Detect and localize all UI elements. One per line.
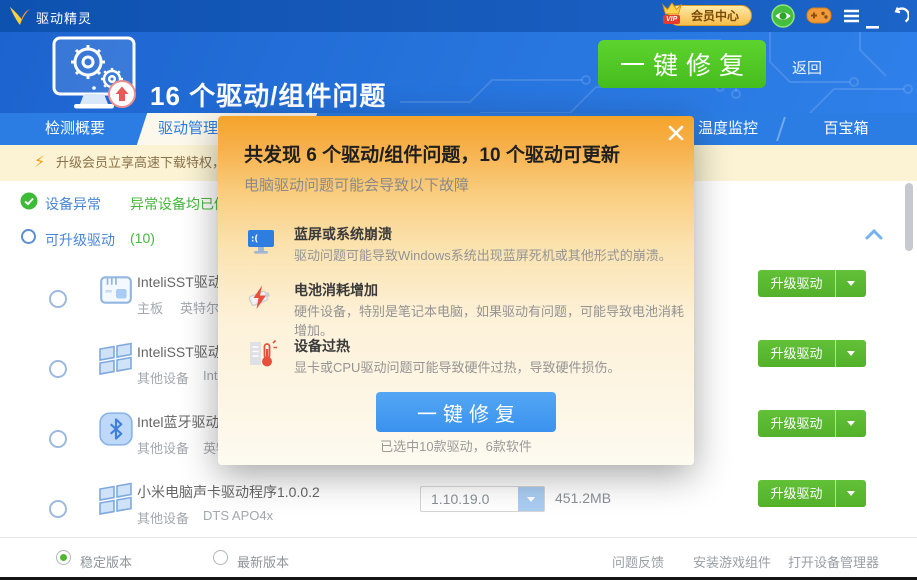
caret-down-icon (847, 281, 855, 286)
monitor-gears-illustration (50, 34, 142, 117)
tab-temperature-monitor[interactable]: 温度监控 (682, 113, 774, 145)
issue-title: 电池消耗增加 (294, 280, 378, 300)
back-link[interactable]: 返回 (792, 57, 822, 78)
driver-category: 其他设备 (137, 438, 189, 457)
driver-category: 其他设备 (137, 368, 189, 387)
feedback-link[interactable]: 问题反馈 (612, 552, 664, 571)
version-value: 1.10.19.0 (421, 487, 518, 511)
undo-back-icon[interactable] (890, 7, 909, 30)
modal-one-key-fix-button[interactable]: 一键修复 (376, 392, 556, 432)
app-title: 驱动精灵 (36, 8, 92, 27)
check-circle-icon (20, 192, 38, 215)
driver-size: 451.2MB (555, 490, 611, 506)
tab-toolbox[interactable]: 百宝箱 (800, 113, 892, 145)
upgrade-driver-button[interactable]: 升级驱动 (758, 270, 835, 297)
install-game-components-link[interactable]: 安装游戏组件 (693, 552, 771, 571)
windows-icon (98, 342, 134, 381)
motherboard-icon (98, 272, 134, 313)
selection-note: 已选中10款驱动，6款软件 (218, 436, 694, 455)
stable-version-label[interactable]: 稳定版本 (80, 552, 132, 571)
upgrade-options-caret[interactable] (835, 480, 866, 507)
issue-desc: 显卡或CPU驱动问题可能导致硬件过热，导致硬件损伤。 (294, 357, 620, 376)
svg-text::(: :( (251, 235, 258, 245)
upgradable-radio[interactable] (21, 229, 36, 244)
upgrade-options-caret[interactable] (835, 340, 866, 367)
upgrade-driver-button[interactable]: 升级驱动 (758, 480, 835, 507)
upgrade-driver-split-button[interactable]: 升级驱动 (758, 410, 866, 437)
stable-version-radio[interactable] (56, 550, 71, 565)
modal-subtitle: 电脑驱动问题可能会导致以下故障 (244, 174, 469, 195)
issues-modal: 共发现 6 个驱动/组件问题，10 个驱动可更新 电脑驱动问题可能会导致以下故障… (218, 116, 694, 465)
minimize-icon[interactable] (866, 17, 879, 35)
battery-icon (244, 282, 276, 319)
header-band: 16 个驱动/组件问题 一键修复 返回 (0, 32, 917, 113)
chevron-up-icon[interactable] (864, 227, 884, 246)
upgrade-driver-button[interactable]: 升级驱动 (758, 340, 835, 367)
upgradable-count: (10) (130, 230, 155, 246)
gamepad-icon[interactable] (806, 6, 832, 31)
upgrade-options-caret[interactable] (835, 270, 866, 297)
caret-down-icon (527, 497, 535, 502)
title-bar: 驱动精灵 VIP 会员中心 (0, 0, 917, 32)
overheat-icon (246, 338, 278, 375)
upgradable-label[interactable]: 可升级驱动 (45, 230, 115, 250)
caret-down-icon (847, 351, 855, 356)
radio-selected-dot (60, 554, 67, 561)
tab-driver-management[interactable]: 驱动管理 (152, 113, 224, 145)
vip-member-center-button[interactable]: VIP 会员中心 (668, 5, 752, 26)
close-icon[interactable] (667, 124, 685, 147)
app-logo-icon (8, 5, 32, 32)
driver-checkbox[interactable] (49, 430, 67, 448)
tab-detection-summary[interactable]: 检测概要 (20, 113, 130, 145)
vip-label: 会员中心 (691, 7, 739, 24)
driver-checkbox[interactable] (49, 290, 67, 308)
app-window: 驱动精灵 VIP 会员中心 (0, 0, 917, 580)
driver-title: 小米电脑声卡驱动程序1.0.0.2 (137, 482, 320, 502)
menu-icon[interactable] (843, 9, 860, 28)
driver-checkbox[interactable] (49, 360, 67, 378)
safety-eye-icon[interactable] (771, 4, 795, 33)
vip-flag: VIP (663, 15, 680, 24)
upgrade-driver-split-button[interactable]: 升级驱动 (758, 340, 866, 367)
issue-title: 蓝屏或系统崩溃 (294, 224, 392, 244)
lightning-icon: ⚡ (34, 145, 45, 181)
windows-icon (98, 482, 134, 521)
tab-divider (776, 117, 786, 141)
upgrade-driver-button[interactable]: 升级驱动 (758, 410, 835, 437)
one-key-fix-button[interactable]: 一键修复 (598, 40, 766, 88)
driver-checkbox[interactable] (49, 500, 67, 518)
issue-desc: 驱动问题可能导致Windows系统出现蓝屏死机或其他形式的崩溃。 (294, 245, 672, 264)
page-title: 16 个驱动/组件问题 (150, 76, 386, 113)
issue-title: 设备过热 (294, 336, 350, 356)
device-abnormal-label[interactable]: 设备异常 (45, 194, 101, 214)
scrollbar-thumb[interactable] (905, 183, 913, 251)
version-dropdown[interactable]: 1.10.19.0 (420, 486, 545, 512)
footer-bar: 稳定版本 最新版本 问题反馈 安装游戏组件 打开设备管理器 (0, 537, 917, 577)
driver-vendor: DTS APO4x (203, 508, 273, 523)
caret-down-icon (847, 421, 855, 426)
upgrade-options-caret[interactable] (835, 410, 866, 437)
driver-category: 主板 (137, 298, 163, 317)
upgrade-driver-split-button[interactable]: 升级驱动 (758, 480, 866, 507)
issue-desc: 硬件设备，特别是笔记本电脑，如果驱动有问题，可能导致电池消耗增加。 (294, 301, 694, 339)
open-device-manager-link[interactable]: 打开设备管理器 (788, 552, 879, 571)
bsod-icon: :( (246, 228, 276, 261)
bluetooth-icon (98, 411, 134, 452)
modal-title: 共发现 6 个驱动/组件问题，10 个驱动可更新 (244, 140, 620, 167)
upgrade-driver-split-button[interactable]: 升级驱动 (758, 270, 866, 297)
caret-down-icon (847, 491, 855, 496)
latest-version-radio[interactable] (213, 550, 228, 565)
version-caret[interactable] (518, 487, 544, 511)
driver-category: 其他设备 (137, 508, 189, 527)
latest-version-label[interactable]: 最新版本 (237, 552, 289, 571)
